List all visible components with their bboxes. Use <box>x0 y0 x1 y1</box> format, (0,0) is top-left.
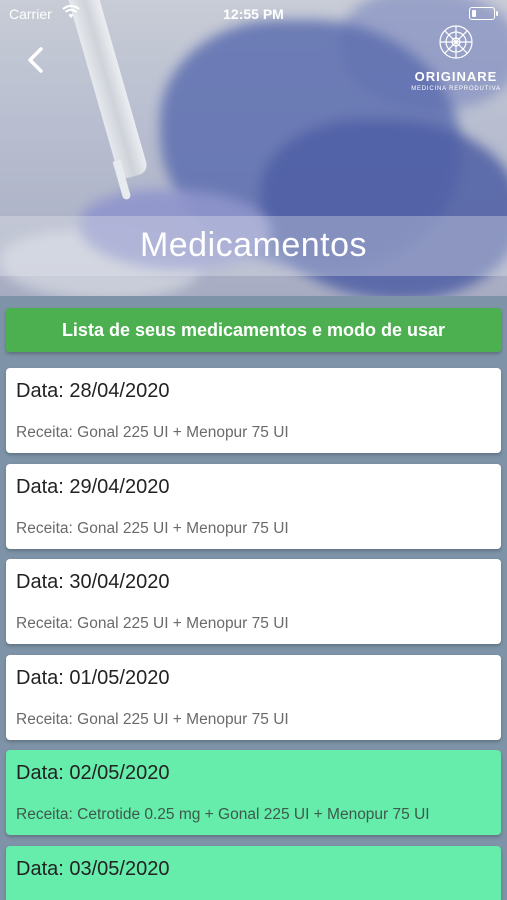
page-title: Medicamentos <box>139 226 368 264</box>
item-date: Data: 29/04/2020 <box>16 475 170 498</box>
item-recipe: Receita: Cetrotide 0.25 mg + Gonal 225 U… <box>16 806 430 823</box>
item-date: Data: 30/04/2020 <box>16 571 170 593</box>
medication-list-banner: Lista de seus medicamentos e modo de usa… <box>6 308 501 352</box>
logo-name: ORIGINARE <box>414 69 498 84</box>
battery-icon <box>469 7 498 20</box>
item-date: Data: 01/05/2020 <box>16 666 170 689</box>
item-date: Data: 02/05/2020 <box>16 762 170 784</box>
item-date: Data: 03/05/2020 <box>16 857 170 880</box>
clock: 12:55 PM <box>223 6 284 22</box>
flower-logo-icon <box>439 25 473 59</box>
item-recipe: Receita: Gonal 225 UI + Menopur 75 UI <box>16 615 289 632</box>
chevron-left-icon <box>28 47 43 73</box>
clinic-logo: ORIGINARE MEDICINA REPRODUTIVA <box>411 24 501 100</box>
item-recipe: Receita: Gonal 225 UI + Menopur 75 UI <box>16 519 289 537</box>
list-item-highlighted[interactable]: Data: 02/05/2020 Receita: Cetrotide 0.25… <box>6 750 501 835</box>
list-item[interactable]: Data: 29/04/2020 Receita: Gonal 225 UI +… <box>6 463 501 549</box>
medication-list: Data: 28/04/2020 Receita: Gonal 225 UI +… <box>6 368 501 900</box>
item-recipe: Receita: Gonal 225 UI + Menopur 75 UI <box>16 424 289 441</box>
list-item[interactable]: Data: 28/04/2020 Receita: Gonal 225 UI +… <box>6 368 501 453</box>
item-recipe: Receita: Gonal 225 UI + Menopur 75 UI <box>16 710 289 728</box>
back-button[interactable] <box>22 44 52 76</box>
list-item-highlighted[interactable]: Data: 03/05/2020 <box>6 845 501 900</box>
screen: Carrier 12:55 PM ORIGINARE MEDICINA REPR… <box>0 0 507 900</box>
list-item[interactable]: Data: 01/05/2020 Receita: Gonal 225 UI +… <box>6 654 501 740</box>
list-item[interactable]: Data: 30/04/2020 Receita: Gonal 225 UI +… <box>6 559 501 644</box>
item-date: Data: 28/04/2020 <box>16 380 170 402</box>
logo-subtitle: MEDICINA REPRODUTIVA <box>411 86 501 92</box>
